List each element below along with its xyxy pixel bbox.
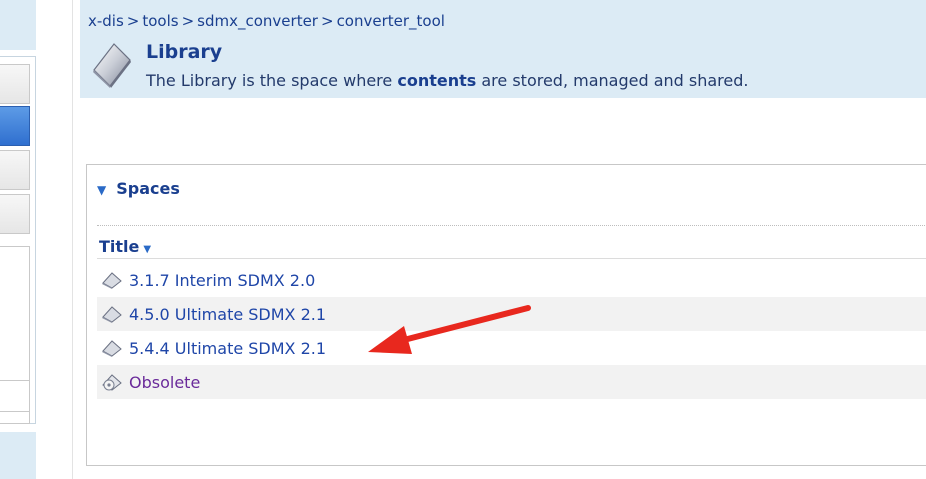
sidebar-tab-3[interactable] [0,150,30,190]
list-item[interactable]: 4.5.0 Ultimate SDMX 2.1 [97,297,926,331]
title-column-header[interactable]: Title ▼ [99,237,151,256]
breadcrumb-separator: > [126,12,140,30]
collapse-triangle-icon[interactable]: ▼ [97,183,106,197]
breadcrumb-separator: > [320,12,334,30]
description-text: The Library is the space where [146,71,398,90]
space-link[interactable]: 3.1.7 Interim SDMX 2.0 [129,271,315,290]
list-item[interactable]: 3.1.7 Interim SDMX 2.0 [97,263,926,297]
breadcrumb-item-sdmx-converter[interactable]: sdmx_converter [197,12,318,30]
breadcrumb-item-tools[interactable]: tools [142,12,178,30]
space-link[interactable]: 5.4.4 Ultimate SDMX 2.1 [129,339,326,358]
spaces-heading: Spaces [116,179,180,198]
archived-space-icon [102,374,122,391]
sidebar-header [0,0,36,50]
spaces-panel: ▼ Spaces Title ▼ 3.1.7 Interim SDMX 2.0 4.… [86,164,926,466]
spaces-panel-header[interactable]: ▼ Spaces [97,179,180,198]
space-icon [102,340,122,357]
list-item[interactable]: 5.4.4 Ultimate SDMX 2.1 [97,331,926,365]
sidebar-footer [0,432,36,479]
breadcrumb: x-dis > tools > sdmx_converter > converter_too… [88,12,445,30]
sidebar-tab-2-active[interactable] [0,106,30,146]
title-column-label: Title [99,237,140,256]
breadcrumb-item-x-dis[interactable]: x-dis [88,12,124,30]
library-icon [93,43,131,88]
page: x-dis > tools > sdmx_converter > converter_too… [0,0,926,479]
library-header: x-dis > tools > sdmx_converter > converter_too… [80,0,926,98]
sidebar-tab-1[interactable] [0,64,30,104]
page-title: Library [146,41,223,63]
breadcrumb-separator: > [181,12,195,30]
space-link[interactable]: 4.5.0 Ultimate SDMX 2.1 [129,305,326,324]
sidebar-tab-4[interactable] [0,194,30,234]
space-icon [102,306,122,323]
list-item[interactable]: Obsolete [97,365,926,399]
sort-descending-icon[interactable]: ▼ [143,244,151,255]
divider [72,0,73,479]
column-header-divider [97,258,926,259]
space-link[interactable]: Obsolete [129,373,200,392]
dotted-divider [97,225,926,226]
sidebar-small-box[interactable] [0,380,30,412]
page-description: The Library is the space where contents … [146,71,748,90]
description-text-end: are stored, managed and shared. [476,71,749,90]
left-sidebar [0,0,40,479]
breadcrumb-item-converter-tool[interactable]: converter_tool [337,12,445,30]
description-bold-text: contents [397,71,477,90]
space-icon [102,272,122,289]
